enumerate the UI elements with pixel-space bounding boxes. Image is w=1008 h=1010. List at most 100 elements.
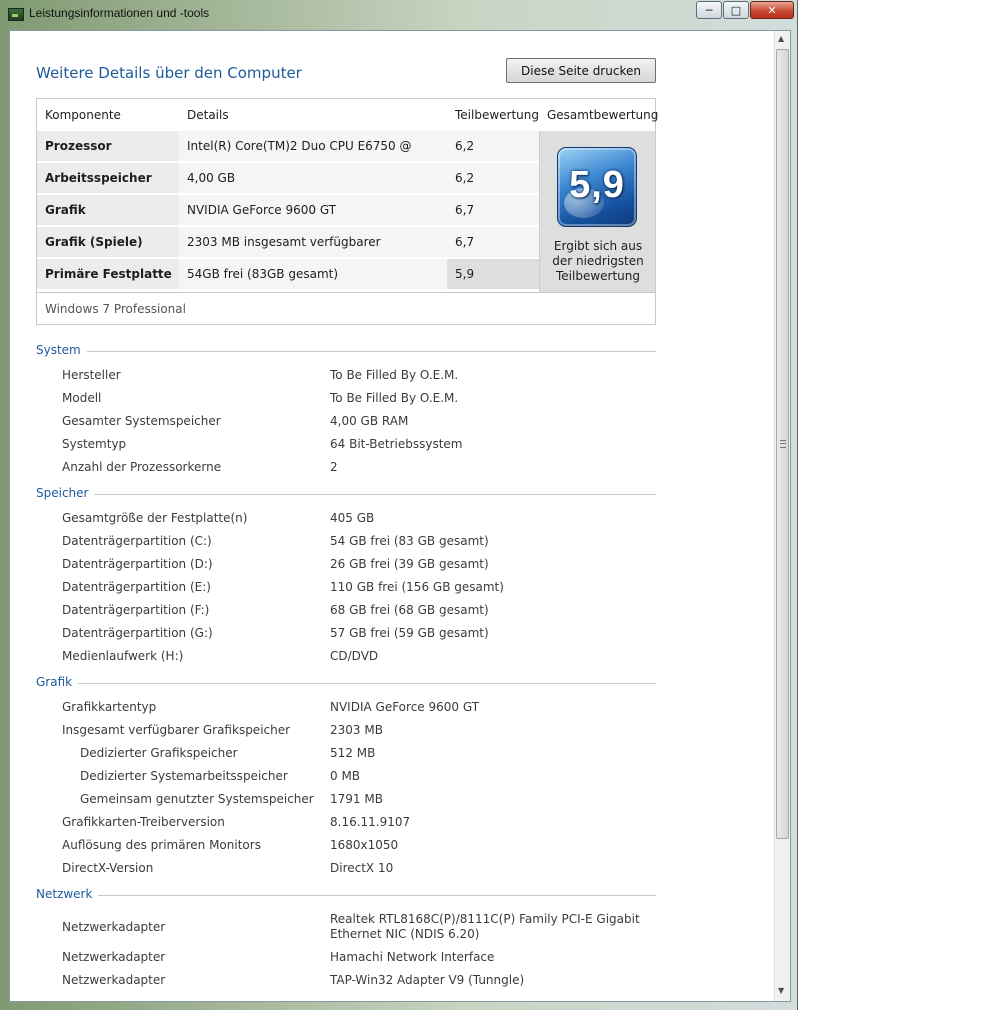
detail-row: Datenträgerpartition (F:) 68 GB frei (68 … <box>10 603 710 623</box>
section-divider <box>36 351 656 352</box>
section-title-system: System <box>36 343 87 357</box>
detail-label: Grafikkarten-Treiberversion <box>62 815 225 829</box>
detail-row: Gesamtgröße der Festplatte(n) 405 GB <box>10 511 710 531</box>
detail-label: Gesamtgröße der Festplatte(n) <box>62 511 248 525</box>
detail-label: Netzwerkadapter <box>62 920 166 934</box>
component-name: Grafik (Spiele) <box>37 227 179 258</box>
section-title-storage: Speicher <box>36 486 95 500</box>
detail-row: Dedizierter Systemarbeitsspeicher 0 MB <box>10 769 710 789</box>
detail-row: Modell To Be Filled By O.E.M. <box>10 391 710 411</box>
component-subscore: 5,9 <box>447 259 539 290</box>
section-title-graphics: Grafik <box>36 675 79 689</box>
caption-buttons: ─ □ ✕ <box>695 1 794 19</box>
detail-value: NVIDIA GeForce 9600 GT <box>330 700 480 714</box>
detail-label: Datenträgerpartition (E:) <box>62 580 211 594</box>
title-bar[interactable]: Leistungsinformationen und -tools ─ □ ✕ <box>0 0 798 30</box>
detail-label: Netzwerkadapter <box>62 973 166 987</box>
detail-row: Netzwerkadapter TAP-Win32 Adapter V9 (Tun… <box>10 973 710 993</box>
detail-row: Auflösung des primären Monitors 1680x1050 <box>10 838 710 858</box>
detail-label: Dedizierter Grafikspeicher <box>80 746 238 760</box>
detail-row: Datenträgerpartition (D:) 26 GB frei (39 … <box>10 557 710 577</box>
detail-value: 4,00 GB RAM <box>330 414 409 428</box>
component-details: NVIDIA GeForce 9600 GT <box>179 195 447 226</box>
grip-icon <box>780 440 786 448</box>
rating-table: Komponente Details Teilbewertung Gesamtb… <box>36 98 659 325</box>
section-divider <box>36 494 656 495</box>
component-name: Prozessor <box>37 131 179 162</box>
detail-row: Datenträgerpartition (C:) 54 GB frei (83 … <box>10 534 710 554</box>
column-header-basescore: Gesamtbewertung <box>547 108 659 122</box>
detail-row: Gemeinsam genutzter Systemspeicher 1791 M… <box>10 792 710 812</box>
detail-value: TAP-Win32 Adapter V9 (Tunngle) <box>330 973 525 987</box>
detail-label: Gemeinsam genutzter Systemspeicher <box>80 792 314 806</box>
component-subscore: 6,2 <box>447 131 539 162</box>
detail-label: Medienlaufwerk (H:) <box>62 649 184 663</box>
details-page: Weitere Details über den Computer Diese … <box>10 31 776 1001</box>
print-page-button[interactable]: Diese Seite drucken <box>506 58 656 83</box>
detail-value: 64 Bit-Betriebssystem <box>330 437 463 451</box>
detail-label: Datenträgerpartition (C:) <box>62 534 212 548</box>
detail-row: Grafikkartentyp NVIDIA GeForce 9600 GT <box>10 700 710 720</box>
performance-app-icon <box>8 8 24 21</box>
detail-row: Insgesamt verfügbarer Grafikspeicher 2303… <box>10 723 710 743</box>
component-subscore: 6,7 <box>447 227 539 258</box>
detail-value: 54 GB frei (83 GB gesamt) <box>330 534 489 548</box>
component-details: Intel(R) Core(TM)2 Duo CPU E6750 @ 2.66G… <box>179 131 447 184</box>
scroll-up-icon[interactable]: ▲ <box>778 34 784 43</box>
scrollbar-thumb[interactable] <box>776 49 789 839</box>
window-frame: Leistungsinformationen und -tools ─ □ ✕ … <box>0 0 798 1010</box>
section-title-network: Netzwerk <box>36 887 99 901</box>
component-name: Arbeitsspeicher (RAM) <box>37 163 179 216</box>
component-details: 54GB frei (83GB gesamt) <box>179 259 447 290</box>
detail-value: 405 GB <box>330 511 375 525</box>
detail-label: Auflösung des primären Monitors <box>62 838 261 852</box>
column-header-component: Komponente <box>45 108 121 122</box>
detail-label: Anzahl der Prozessorkerne <box>62 460 222 474</box>
detail-label: Hersteller <box>62 368 121 382</box>
detail-value: 2303 MB <box>330 723 383 737</box>
detail-label: Systemtyp <box>62 437 127 451</box>
detail-label: Datenträgerpartition (D:) <box>62 557 213 571</box>
maximize-icon: □ <box>730 3 742 17</box>
window-title: Leistungsinformationen und -tools <box>29 6 210 20</box>
base-score-panel: 5,9 Ergibt sich aus der niedrigsten Teil… <box>539 131 655 292</box>
detail-row: Grafikkarten-Treiberversion 8.16.11.9107 <box>10 815 710 835</box>
detail-value: To Be Filled By O.E.M. <box>330 368 459 382</box>
minimize-button[interactable]: ─ <box>696 1 722 19</box>
detail-label: Insgesamt verfügbarer Grafikspeicher <box>62 723 291 737</box>
detail-value: 68 GB frei (68 GB gesamt) <box>330 603 489 617</box>
section-divider <box>36 683 656 684</box>
detail-value: 1791 MB <box>330 792 383 806</box>
detail-label: Modell <box>62 391 102 405</box>
detail-value: To Be Filled By O.E.M. <box>330 391 459 405</box>
detail-row: Medienlaufwerk (H:) CD/DVD <box>10 649 710 669</box>
detail-label: DirectX-Version <box>62 861 154 875</box>
detail-row: Netzwerkadapter Hamachi Network Interface <box>10 950 710 970</box>
detail-value: 57 GB frei (59 GB gesamt) <box>330 626 489 640</box>
client-area: Weitere Details über den Computer Diese … <box>9 30 791 1002</box>
detail-row: DirectX-Version DirectX 10 <box>10 861 710 881</box>
detail-label: Datenträgerpartition (G:) <box>62 626 213 640</box>
detail-value: 110 GB frei (156 GB gesamt) <box>330 580 504 594</box>
base-score-badge: 5,9 <box>557 147 637 227</box>
component-details: 4,00 GB <box>179 163 447 194</box>
component-name: Primäre Festplatte <box>37 259 179 290</box>
detail-value: 8.16.11.9107 <box>330 815 411 829</box>
component-subscore: 6,2 <box>447 163 539 194</box>
base-score-value: 5,9 <box>569 164 625 206</box>
vertical-scrollbar[interactable]: ▲ ▼ <box>774 31 790 1001</box>
detail-value: Realtek RTL8168C(P)/8111C(P) Family PCI-… <box>330 912 640 941</box>
component-subscore: 6,7 <box>447 195 539 226</box>
detail-row: Netzwerkadapter Realtek RTL8168C(P)/8111C… <box>10 912 710 944</box>
maximize-button[interactable]: □ <box>723 1 749 19</box>
detail-label: Grafikkartentyp <box>62 700 157 714</box>
column-header-details: Details <box>187 108 229 122</box>
close-button[interactable]: ✕ <box>750 1 794 19</box>
detail-value: DirectX 10 <box>330 861 394 875</box>
detail-row: Datenträgerpartition (E:) 110 GB frei (15… <box>10 580 710 600</box>
detail-value: 1680x1050 <box>330 838 399 852</box>
scroll-down-icon[interactable]: ▼ <box>778 986 784 995</box>
os-edition: Windows 7 Professional <box>37 292 655 324</box>
detail-value: 0 MB <box>330 769 361 783</box>
detail-row: Datenträgerpartition (G:) 57 GB frei (59 … <box>10 626 710 646</box>
